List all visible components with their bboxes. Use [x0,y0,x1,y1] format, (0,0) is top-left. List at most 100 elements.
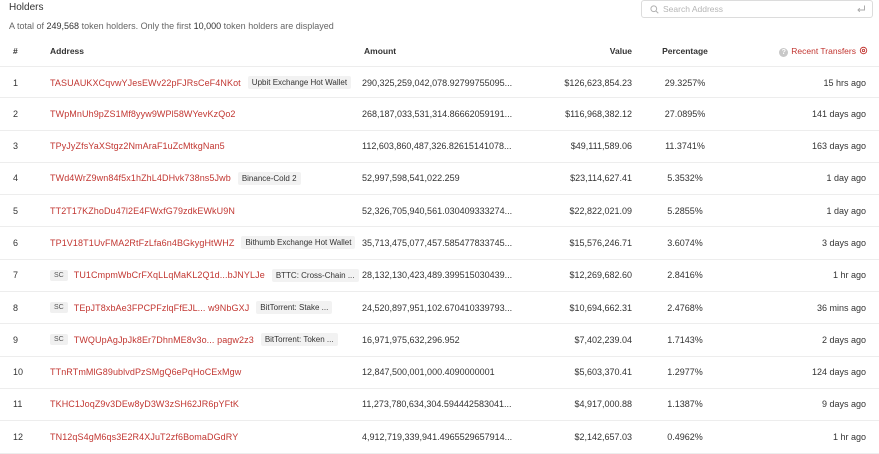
address-cell: TKHC1JoqZ9v3DEw8yD3W3zSH62JR6pYFtK [50,389,239,420]
amount-cell: 52,997,598,541,022.259 [362,173,460,184]
address-cell: TP1V18T1UvFMA2RtFzLfa6n4BGkygHtWHZ Bithum… [50,227,356,258]
value-cell: $4,917,000.88 [574,399,632,410]
recent-transfer-cell: 2 days ago [821,334,866,345]
displayed-holders-count: 10,000 [193,21,222,31]
amount-cell: 35,713,475,077,457.585477833745... [362,237,513,248]
holder-address-link[interactable]: TP1V18T1UvFMA2RtFzLfa6n4BGkygHtWHZ [50,238,234,248]
rank-cell: 4 [13,173,19,184]
holder-address-link[interactable]: TASUAUKXCqvwYJesEWv22pFJRsCeF4NKot [50,78,241,88]
holders-summary: A total of 249,568 token holders. Only t… [9,21,334,31]
holder-address-link[interactable]: TPyJyZfsYaXStgz2NmAraF1uZcMtkgNan5 [50,141,225,151]
percentage-cell: 1.7143% [667,334,703,345]
address-cell: TWd4WrZ9wn84f5x1hZhL4DHvk738ns5Jwb Binanc… [50,163,301,194]
gear-icon[interactable] [859,46,868,55]
address-cell: TTnRTmMlG89ublvdPzSMgQ6ePqHoCExMgw [50,357,241,388]
amount-cell: 28,132,130,423,489.399515030439... [362,270,513,281]
holder-address-link[interactable]: TEpJT8xbAe3FPCPFzlqFfEJL... w9NbGXJ [74,303,250,313]
holders-table-body: 1 TASUAUKXCqvwYJesEWv22pFJRsCeF4NKot Upbit… [0,66,879,454]
amount-cell: 52,326,705,940,561.030409333274... [362,205,513,216]
value-cell: $2,142,657.03 [574,431,632,442]
amount-cell: 16,971,975,632,296.952 [362,334,460,345]
recent-transfer-cell: 1 day ago [826,205,866,216]
recent-transfers-label[interactable]: Recent Transfers [791,46,856,56]
holder-address-link[interactable]: TTnRTmMlG89ublvdPzSMgQ6ePqHoCExMgw [50,367,241,377]
amount-cell: 268,187,033,531,314.86662059191... [362,108,513,119]
recent-transfer-cell: 1 day ago [826,173,866,184]
percentage-cell: 2.4768% [667,302,703,313]
rank-cell: 3 [13,141,19,152]
search-box[interactable] [641,0,873,18]
table-row: 2 TWpMnUh9pZS1Mf8yyw9WPl58WYevKzQo2 268,18… [0,98,879,131]
address-tag: Bithumb Exchange Hot Wallet [241,236,356,250]
address-tag: Upbit Exchange Hot Wallet [247,76,352,89]
summary-prefix: A total of [9,21,47,31]
summary-middle: token holders. Only the first [79,21,194,31]
recent-transfer-cell: 3 days ago [821,237,866,248]
holder-address-link[interactable]: TWQUpAgJpJk8Er7DhnME8v3o... pagw2z3 [74,335,254,345]
search-icon [650,4,659,14]
address-tag: BitTorrent: Stake ... [256,301,333,315]
address-cell: SC TU1CmpmWbCrFXqLLqMaKL2Q1d...bJNYLJe BTT… [50,260,359,291]
percentage-cell: 27.0895% [664,108,706,119]
address-cell: TN12qS4gM6qs3E2R4XJuT2zf6BomaDGdRY [50,421,238,452]
address-cell: TT2T17KZhoDu47l2E4FWxfG79zdkEWkU9N [50,195,235,226]
rank-cell: 6 [13,237,19,248]
percentage-cell: 5.2855% [667,205,703,216]
column-header-percentage: Percentage [662,46,708,56]
holder-address-link[interactable]: TU1CmpmWbCrFXqLLqMaKL2Q1d...bJNYLJe [74,270,265,280]
amount-cell: 4,912,719,339,941.4965529657914... [362,431,513,442]
value-cell: $22,822,021.09 [569,205,632,216]
holder-address-link[interactable]: TKHC1JoqZ9v3DEw8yD3W3zSH62JR6pYFtK [50,399,239,409]
address-cell: TASUAUKXCqvwYJesEWv22pFJRsCeF4NKot Upbit … [50,67,352,98]
holder-address-link[interactable]: TN12qS4gM6qs3E2R4XJuT2zf6BomaDGdRY [50,432,238,442]
value-cell: $126,623,854.23 [564,77,632,88]
address-tag: Binance-Cold 2 [237,171,301,185]
amount-cell: 112,603,860,487,326.82615141078... [362,141,512,152]
rank-cell: 12 [13,431,24,442]
table-row: 9 SC TWQUpAgJpJk8Er7DhnME8v3o... pagw2z3 Bi… [0,324,879,357]
percentage-cell: 29.3257% [664,77,706,88]
total-holders-count: 249,568 [46,21,80,31]
table-row: 11 TKHC1JoqZ9v3DEw8yD3W3zSH62JR6pYFtK 11,2… [0,389,879,422]
holder-address-link[interactable]: TWd4WrZ9wn84f5x1hZhL4DHvk738ns5Jwb [50,173,231,183]
column-header-recent-transfers[interactable]: ? Recent Transfers [760,46,868,57]
smart-contract-badge: SC [50,302,68,314]
column-header-value: Value [609,46,632,56]
percentage-cell: 1.1387% [667,399,703,410]
rank-cell: 8 [13,302,19,313]
page-title: Holders [9,2,44,13]
table-row: 10 TTnRTmMlG89ublvdPzSMgQ6ePqHoCExMgw 12,8… [0,357,879,389]
column-header-address: Address [50,46,85,56]
smart-contract-badge: SC [50,334,68,346]
address-cell: TWpMnUh9pZS1Mf8yyw9WPl58WYevKzQo2 [50,98,236,129]
table-row: 7 SC TU1CmpmWbCrFXqLLqMaKL2Q1d...bJNYLJe BT… [0,260,879,293]
value-cell: $49,111,589.06 [570,141,632,152]
amount-cell: 24,520,897,951,102.670410339793... [362,302,513,313]
recent-transfer-cell: 141 days ago [811,108,866,119]
rank-cell: 7 [13,270,19,281]
percentage-cell: 3.6074% [667,237,703,248]
percentage-cell: 0.4962% [667,431,703,442]
holder-address-link[interactable]: TT2T17KZhoDu47l2E4FWxfG79zdkEWkU9N [50,206,235,216]
amount-cell: 11,273,780,634,304.594442583041... [362,399,512,410]
percentage-cell: 5.3532% [667,173,703,184]
rank-cell: 11 [13,399,23,410]
rank-cell: 5 [13,205,19,216]
table-row: 6 TP1V18T1UvFMA2RtFzLfa6n4BGkygHtWHZ Bithu… [0,227,879,260]
recent-transfer-cell: 163 days ago [811,141,866,152]
summary-suffix: token holders are displayed [221,21,334,31]
help-icon[interactable]: ? [779,48,789,57]
column-header-index: # [13,46,18,56]
enter-icon[interactable] [856,4,866,14]
table-row: 8 SC TEpJT8xbAe3FPCPFzlqFfEJL... w9NbGXJ Bi… [0,292,879,325]
search-address-input[interactable] [663,2,856,16]
value-cell: $116,968,382.12 [565,108,632,119]
address-cell: SC TWQUpAgJpJk8Er7DhnME8v3o... pagw2z3 Bit… [50,324,338,355]
address-cell: SC TEpJT8xbAe3FPCPFzlqFfEJL... w9NbGXJ Bit… [50,292,333,323]
recent-transfer-cell: 1 hr ago [832,431,866,442]
holder-address-link[interactable]: TWpMnUh9pZS1Mf8yyw9WPl58WYevKzQo2 [50,109,236,119]
recent-transfer-cell: 9 days ago [821,399,866,410]
value-cell: $5,603,370.41 [574,367,632,378]
value-cell: $23,114,627.41 [570,173,632,184]
table-row: 3 TPyJyZfsYaXStgz2NmAraF1uZcMtkgNan5 112,6… [0,131,879,163]
